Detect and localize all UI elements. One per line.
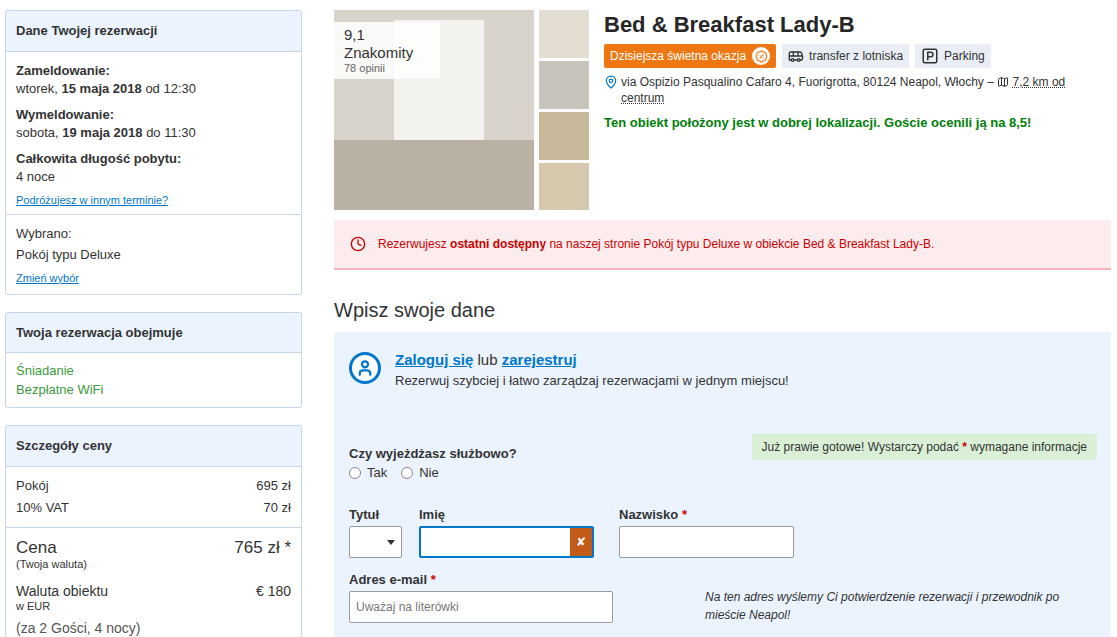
hotel-photo[interactable]: 9,1 Znakomity78 opinii — [334, 10, 534, 210]
guest-form: Zaloguj się lub zarejestruj Rezerwuj szyb… — [334, 332, 1111, 637]
price-panel: Szczegóły ceny Pokój695 zł10% VAT70 zł Cen… — [5, 425, 302, 637]
or-text: lub — [478, 351, 498, 368]
hotel-address: via Ospizio Pasqualino Cafaro 4, Fuorigr… — [604, 74, 1111, 106]
required-note: Już prawie gotowe! Wystarczy podać * wym… — [752, 434, 1097, 460]
selected-room: Pokój typu Deluxe — [16, 246, 291, 264]
checkout: Wymeldowanie:sobota, 19 maja 2018 do 11:… — [16, 106, 291, 142]
badge-row: Dzisiejsza świetna okazjatransfer z lotn… — [604, 44, 1111, 68]
sidebar: Dane Twojej rezerwacji Zameldowanie:wtore… — [5, 10, 302, 637]
hotel-header: 9,1 Znakomity78 opinii Bed & Breakfast La… — [334, 10, 1111, 210]
parking-icon — [921, 47, 939, 65]
change-dates-link[interactable]: Podróżujesz w innym terminie? — [16, 192, 291, 208]
price-line: 10% VAT70 zł — [16, 497, 291, 519]
map-icon — [997, 76, 1009, 88]
form-field: Nazwisko * — [619, 507, 794, 558]
form-field: Tytuł — [349, 507, 402, 558]
form-heading: Wpisz swoje dane — [334, 298, 1111, 322]
hotel-badge: Parking — [915, 44, 991, 68]
panel-header: Szczegóły ceny — [6, 426, 301, 467]
property-currency: Waluta obiektuw EUR€ 180 — [16, 583, 291, 613]
hotel-badge: transfer z lotniska — [782, 44, 909, 68]
stay-length: Całkowita długość pobytu:4 noce — [16, 150, 291, 186]
selected-label: Wybrano: — [16, 225, 291, 243]
hotel-name: Bed & Breakfast Lady-B — [604, 12, 1111, 38]
includes-panel: Twoja rezerwacja obejmuje ŚniadanieBezpła… — [5, 312, 302, 409]
guests-note: (za 2 Gości, 4 nocy) — [16, 619, 291, 637]
name-fields: Tytuł Imię✘ Nazwisko * — [349, 507, 1096, 558]
text-input[interactable]: ✘ — [419, 526, 594, 558]
title-select[interactable] — [349, 526, 402, 558]
radio-option[interactable]: Tak — [349, 465, 387, 481]
login-row: Zaloguj się lub zarejestruj Rezerwuj szyb… — [349, 350, 1096, 390]
login-link[interactable]: Zaloguj się — [395, 351, 473, 368]
photo-thumbnails — [539, 10, 589, 210]
change-selection-link[interactable]: Zmień wybór — [16, 270, 291, 286]
thumbnail[interactable] — [539, 163, 589, 210]
deal-icon — [752, 47, 770, 65]
email-hint: Na ten adres wyślemy Ci potwierdzenie re… — [705, 572, 1095, 624]
bus-icon — [788, 48, 804, 64]
email-input[interactable]: Uważaj na literówki — [349, 591, 613, 623]
price-line: Pokój695 zł — [16, 475, 291, 497]
hotel-badge: Dzisiejsza świetna okazja — [604, 44, 776, 68]
location-note: Ten obiekt położony jest w dobrej lokali… — [604, 114, 1111, 131]
clock-icon — [350, 236, 366, 252]
panel-header: Twoja rezerwacja obejmuje — [6, 313, 301, 354]
thumbnail[interactable] — [539, 10, 589, 58]
main-content: 9,1 Znakomity78 opinii Bed & Breakfast La… — [334, 10, 1111, 637]
user-icon — [349, 352, 381, 384]
total-price: Cena(Twoja waluta)765 zł * — [16, 538, 291, 571]
booking-details-panel: Dane Twojej rezerwacji Zameldowanie:wtore… — [5, 10, 302, 295]
included-item: Bezpłatne WiFi — [16, 380, 291, 399]
form-field: Imię✘ — [419, 507, 594, 558]
register-link[interactable]: zarejestruj — [502, 351, 577, 368]
clear-button[interactable]: ✘ — [570, 528, 592, 556]
radio-option[interactable]: Nie — [401, 465, 439, 481]
email-field: Adres e-mail *Uważaj na literówki — [349, 572, 613, 623]
thumbnail[interactable] — [539, 112, 589, 160]
dropdown-arrow-icon — [387, 540, 395, 545]
included-item: Śniadanie — [16, 361, 291, 380]
thumbnail[interactable] — [539, 61, 589, 109]
login-subtitle: Rezerwuj szybciej i łatwo zarządzaj reze… — [395, 372, 789, 390]
business-trip: Czy wyjeżdżasz służbowo?TakNie — [349, 434, 517, 481]
panel-header: Dane Twojej rezerwacji — [6, 11, 301, 52]
booking-page: Dane Twojej rezerwacji Zameldowanie:wtore… — [0, 0, 1117, 637]
availability-alert: Rezerwujesz ostatni dostępny na naszej s… — [334, 220, 1111, 270]
pin-icon — [604, 75, 618, 89]
text-input[interactable] — [619, 526, 794, 558]
checkin: Zameldowanie:wtorek, 15 maja 2018 od 12:… — [16, 62, 291, 98]
rating-badge[interactable]: 9,1 Znakomity78 opinii — [334, 22, 440, 79]
